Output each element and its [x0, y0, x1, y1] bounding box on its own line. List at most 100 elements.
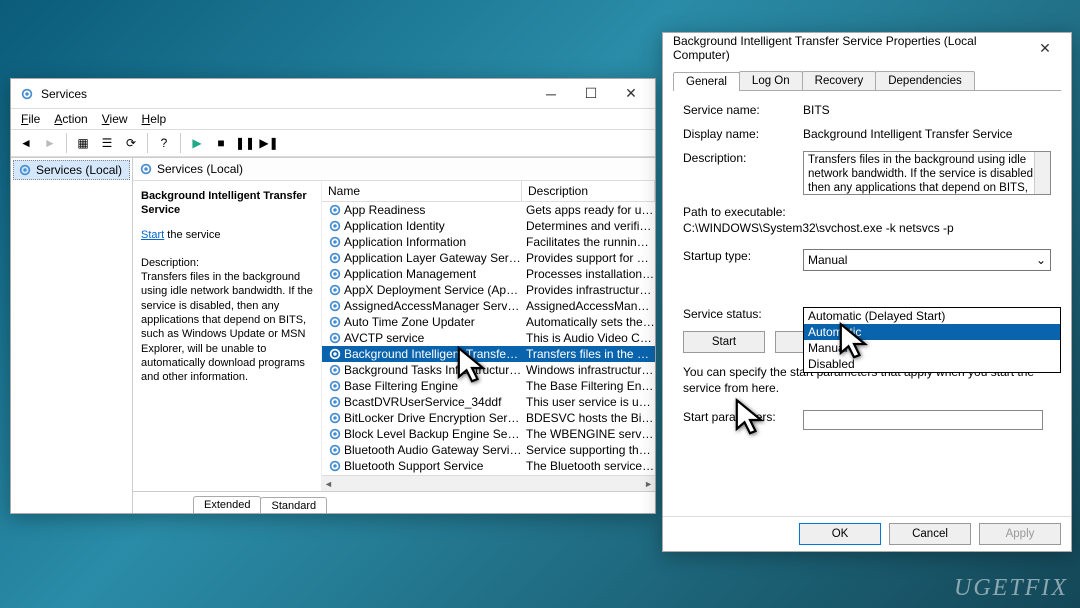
dropdown-option[interactable]: Disabled: [804, 356, 1060, 372]
column-header-description[interactable]: Description: [522, 181, 655, 201]
start-service-button[interactable]: ▶: [186, 132, 208, 154]
tree-pane: Services (Local): [11, 158, 133, 513]
service-row[interactable]: BitLocker Drive Encryption ServiceBDESVC…: [322, 410, 655, 426]
description-scrollbar[interactable]: [1034, 152, 1050, 194]
menu-file[interactable]: File: [15, 111, 46, 127]
service-row[interactable]: AppX Deployment Service (AppXSVC)Provide…: [322, 282, 655, 298]
service-name: Application Information: [344, 235, 522, 249]
service-description: The WBENGINE service is: [522, 427, 655, 441]
service-description: The Base Filtering Engine: [522, 379, 655, 393]
main-header-title: Services (Local): [157, 162, 243, 176]
help-button[interactable]: ?: [153, 132, 175, 154]
service-description: This is Audio Video Contr: [522, 331, 655, 345]
dialog-close-button[interactable]: ✕: [1025, 34, 1065, 62]
service-description: Service supporting the au: [522, 443, 655, 457]
service-row[interactable]: Background Tasks Infrastructure S...Wind…: [322, 362, 655, 378]
ok-button[interactable]: OK: [799, 523, 881, 545]
cancel-button[interactable]: Cancel: [889, 523, 971, 545]
path-value: C:\WINDOWS\System32\svchost.exe -k netsv…: [683, 221, 1051, 235]
tree-root-label: Services (Local): [36, 163, 122, 177]
nav-back-button[interactable]: ◄: [15, 132, 37, 154]
menu-action[interactable]: Action: [48, 111, 93, 127]
service-row[interactable]: AssignedAccessManager ServiceAssignedAcc…: [322, 298, 655, 314]
service-status-label: Service status:: [683, 307, 803, 321]
chevron-down-icon: ⌄: [1036, 253, 1046, 267]
menu-view[interactable]: View: [96, 111, 134, 127]
service-name: App Readiness: [344, 203, 522, 217]
show-hide-tree-button[interactable]: ▦: [72, 132, 94, 154]
service-row[interactable]: AVCTP serviceThis is Audio Video Contr: [322, 330, 655, 346]
tab-dependencies[interactable]: Dependencies: [875, 71, 975, 90]
service-name: Block Level Backup Engine Service: [344, 427, 522, 441]
restart-service-button[interactable]: ▶❚: [258, 132, 280, 154]
tab-extended[interactable]: Extended: [193, 496, 261, 513]
stop-service-button[interactable]: ■: [210, 132, 232, 154]
start-service-link[interactable]: Start: [141, 229, 164, 241]
menubar: File Action View Help: [11, 109, 655, 129]
service-description: Processes installation, rem: [522, 267, 655, 281]
service-name-label: Service name:: [683, 103, 803, 117]
service-row[interactable]: Application Layer Gateway ServiceProvide…: [322, 250, 655, 266]
dropdown-option[interactable]: Automatic (Delayed Start): [804, 308, 1060, 324]
gear-icon: [326, 203, 344, 217]
service-description: Gets apps ready for use th: [522, 203, 655, 217]
dialog-tabs: General Log On Recovery Dependencies: [673, 71, 1061, 91]
service-description: Transfers files in the back: [522, 347, 655, 361]
window-title: Services: [41, 87, 531, 101]
service-row[interactable]: Application InformationFacilitates the r…: [322, 234, 655, 250]
description-pane: Background Intelligent Transfer Service …: [133, 181, 321, 491]
gear-icon: [326, 315, 344, 329]
tab-logon[interactable]: Log On: [739, 71, 803, 90]
service-row[interactable]: Base Filtering EngineThe Base Filtering …: [322, 378, 655, 394]
display-name-value: Background Intelligent Transfer Service: [803, 127, 1051, 141]
services-list: Name Description App ReadinessGets apps …: [321, 181, 655, 491]
service-name: Background Intelligent Transfer Service: [344, 347, 522, 361]
tree-root-item[interactable]: Services (Local): [13, 160, 130, 180]
service-row[interactable]: Bluetooth Audio Gateway ServiceService s…: [322, 442, 655, 458]
service-row[interactable]: Block Level Backup Engine ServiceThe WBE…: [322, 426, 655, 442]
gear-icon: [326, 251, 344, 265]
tab-general[interactable]: General: [673, 72, 740, 91]
description-label: Description:: [683, 151, 803, 165]
service-row[interactable]: BcastDVRUserService_34ddfThis user servi…: [322, 394, 655, 410]
service-row[interactable]: Application ManagementProcesses installa…: [322, 266, 655, 282]
gear-icon: [326, 283, 344, 297]
service-row[interactable]: Application IdentityDetermines and verif…: [322, 218, 655, 234]
service-row[interactable]: App ReadinessGets apps ready for use th: [322, 202, 655, 218]
titlebar: Services ─ ☐ ✕: [11, 79, 655, 109]
service-name: Base Filtering Engine: [344, 379, 522, 393]
properties-button[interactable]: ☰: [96, 132, 118, 154]
start-params-input[interactable]: [803, 410, 1043, 430]
gear-icon: [326, 267, 344, 281]
refresh-button[interactable]: ⟳: [120, 132, 142, 154]
tab-standard[interactable]: Standard: [260, 497, 327, 513]
gear-icon: [326, 363, 344, 377]
pause-service-button[interactable]: ❚❚: [234, 132, 256, 154]
menu-help[interactable]: Help: [136, 111, 173, 127]
horizontal-scrollbar[interactable]: ◄►: [322, 475, 655, 491]
service-description: BDESVC hosts the BitLock: [522, 411, 655, 425]
service-description: Determines and verifies th: [522, 219, 655, 233]
gear-icon: [326, 395, 344, 409]
tab-recovery[interactable]: Recovery: [802, 71, 877, 90]
close-button[interactable]: ✕: [611, 80, 651, 108]
startup-type-select[interactable]: Manual ⌄: [803, 249, 1051, 271]
description-textbox[interactable]: Transfers files in the background using …: [803, 151, 1051, 195]
column-header-name[interactable]: Name: [322, 181, 522, 201]
description-text: Transfers files in the background using …: [141, 270, 313, 384]
service-name: Application Layer Gateway Service: [344, 251, 522, 265]
service-name: AssignedAccessManager Service: [344, 299, 522, 313]
minimize-button[interactable]: ─: [531, 80, 571, 108]
service-row[interactable]: Bluetooth Support ServiceThe Bluetooth s…: [322, 458, 655, 474]
service-description: Provides support for 3rd p: [522, 251, 655, 265]
service-name: AVCTP service: [344, 331, 522, 345]
maximize-button[interactable]: ☐: [571, 80, 611, 108]
nav-forward-button[interactable]: ►: [39, 132, 61, 154]
dropdown-option[interactable]: Automatic: [804, 324, 1060, 340]
display-name-label: Display name:: [683, 127, 803, 141]
start-button[interactable]: Start: [683, 331, 765, 353]
service-description: This user service is used fc: [522, 395, 655, 409]
service-row[interactable]: Auto Time Zone UpdaterAutomatically sets…: [322, 314, 655, 330]
service-row[interactable]: Background Intelligent Transfer ServiceT…: [322, 346, 655, 362]
dropdown-option[interactable]: Manual: [804, 340, 1060, 356]
